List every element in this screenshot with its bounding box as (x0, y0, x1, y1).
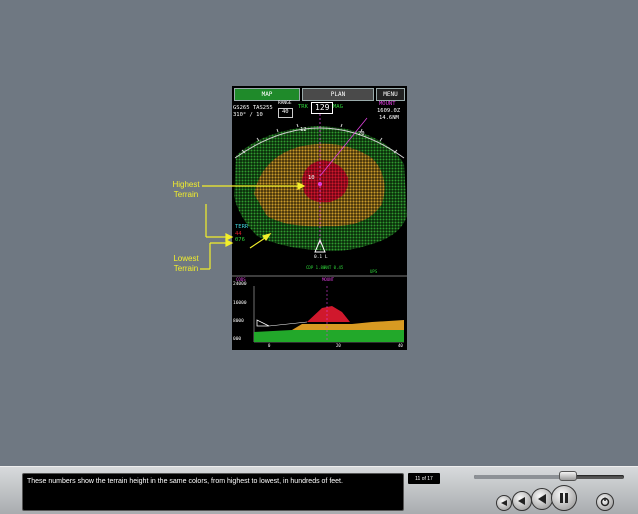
caption-box: These numbers show the terrain height in… (22, 473, 404, 511)
rewind-icon (501, 500, 507, 506)
back-icon (538, 494, 546, 504)
page-counter: 11 of 17 (408, 473, 440, 484)
back-button[interactable] (531, 488, 553, 510)
rewind-button[interactable] (496, 495, 512, 511)
step-back-button[interactable] (512, 491, 532, 511)
step-back-icon (518, 497, 525, 505)
pause-icon (560, 493, 568, 503)
progress-bar[interactable] (474, 475, 624, 479)
exit-button[interactable] (596, 493, 614, 511)
exit-icon (600, 497, 610, 507)
caption-text: These numbers show the terrain height in… (27, 478, 343, 485)
progress-fill (474, 475, 567, 479)
player-control-bar: These numbers show the terrain height in… (0, 466, 638, 514)
callout-arrows (200, 182, 306, 270)
progress-thumb[interactable] (559, 471, 577, 481)
pause-button[interactable] (551, 485, 577, 511)
